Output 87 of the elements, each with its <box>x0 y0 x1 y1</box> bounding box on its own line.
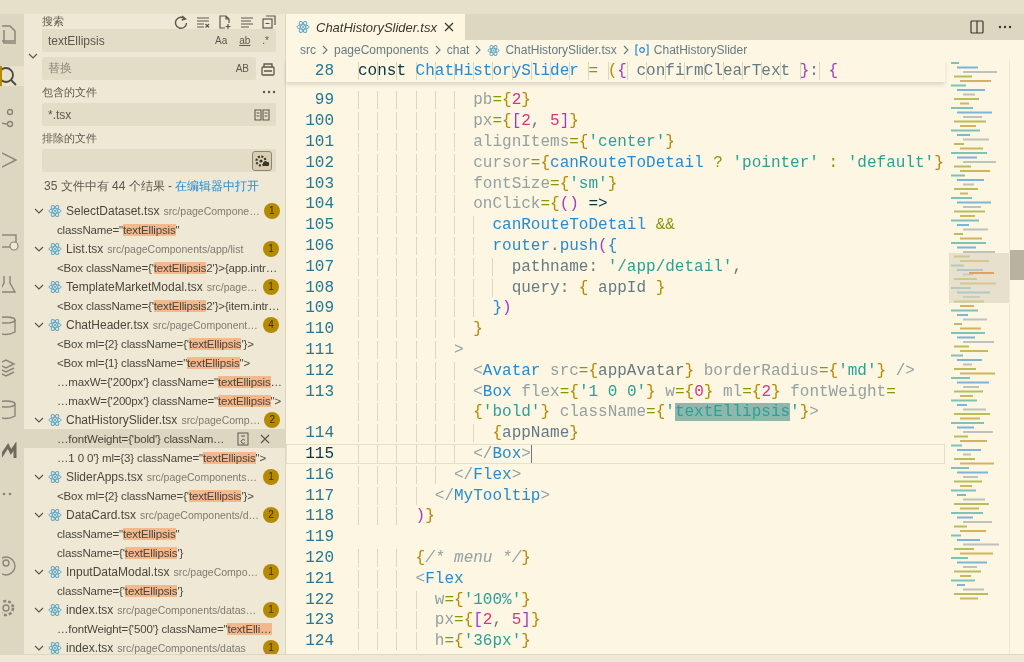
file-path: src/pageComponents/datas… <box>117 603 258 616</box>
match-line[interactable]: className={'textEllipsis'} <box>24 581 285 600</box>
line-number: 99 <box>313 91 335 110</box>
option-toggle[interactable]: Aa <box>211 33 231 48</box>
file-path: src/pageComponents/d… <box>140 508 260 521</box>
match-line[interactable]: className="textEllipsis" <box>24 220 285 239</box>
line-number: 121 <box>304 569 335 588</box>
breadcrumb-item[interactable]: pageComponents <box>334 43 429 57</box>
file-path: src/page… <box>206 280 259 293</box>
line-number: 105 <box>304 216 335 235</box>
match-count: 1 <box>263 240 279 257</box>
panel-title: 搜索 <box>42 14 64 29</box>
file-name[interactable]: List.tsx <box>66 241 104 256</box>
match-line[interactable]: …1 0 0'} ml={3} className="textEllipsis"> <box>24 448 285 467</box>
line-number: 112 <box>304 361 335 380</box>
line-number: 118 <box>304 507 335 526</box>
breadcrumb-item[interactable]: ChatHistorySlider <box>653 43 748 57</box>
line-number: 101 <box>304 133 335 151</box>
option-toggle[interactable]: ab <box>236 33 254 48</box>
option-toggle[interactable]: .* <box>259 33 272 48</box>
line-number: 115 <box>304 444 335 463</box>
search-field[interactable]: textEllipsis Aa ab .* <box>42 29 276 52</box>
file-name[interactable]: InputDataModal.tsx <box>66 564 170 579</box>
replace-field[interactable]: 替换 AB <box>42 57 256 80</box>
line-number: 109 <box>304 299 335 318</box>
line-number: 103 <box>304 174 335 193</box>
match-count: 1 <box>263 468 279 485</box>
match-count: 1 <box>263 563 279 580</box>
line-number: 107 <box>304 257 335 276</box>
file-name[interactable]: ChatHistorySlider.tsx <box>66 412 178 427</box>
breadcrumb-item[interactable]: src <box>300 43 316 57</box>
match-line[interactable]: …fontWeight={'500'} className="textElli… <box>24 619 285 638</box>
line-number: 119 <box>304 528 335 547</box>
file-name[interactable]: index.tsx <box>66 602 114 617</box>
match-line[interactable]: <Box className={'textEllipsis2'}>{app.intr… <box>24 258 285 277</box>
line-number: 117 <box>304 486 335 505</box>
match-line[interactable]: <Box ml={1} className="textEllipsis"> <box>24 353 285 372</box>
match-count: 1 <box>263 278 279 295</box>
file-name[interactable]: DataCard.tsx <box>66 507 137 522</box>
line-number: 100 <box>304 112 335 131</box>
file-path: src/pageComp… <box>181 413 261 426</box>
match-line[interactable]: …maxW={'200px'} className="textEllipsis… <box>24 372 285 391</box>
match-line[interactable]: <Box ml={2} className={'textEllipsis'}> <box>24 334 285 353</box>
match-line[interactable]: <Box ml={2} className={'textEllipsis'}> <box>24 486 285 505</box>
line-number: 104 <box>304 195 335 214</box>
line-number: 122 <box>304 590 335 609</box>
file-name[interactable]: ChatHeader.tsx <box>66 317 149 332</box>
option-toggle[interactable]: AB <box>232 61 252 76</box>
match-count: 1 <box>263 601 279 618</box>
editor-tab[interactable]: ChatHistorySlider.tsx <box>286 14 465 40</box>
match-count: 1 <box>263 639 279 654</box>
line-number: 28 <box>313 62 335 80</box>
line-number: 123 <box>304 611 335 630</box>
file-name[interactable]: SliderApps.tsx <box>66 469 143 484</box>
file-path: src/pageCompone… <box>163 204 260 217</box>
file-path: src/pageComponents… <box>146 470 258 483</box>
match-count: 1 <box>263 202 280 219</box>
line-number: 111 <box>304 340 335 359</box>
breadcrumb-item[interactable]: chat <box>446 43 470 57</box>
match-line[interactable]: <Box className={'textEllipsis2'}>{item.intr… <box>24 296 285 315</box>
match-line[interactable]: className={'textEllipsis'} <box>24 543 285 562</box>
match-count: 2 <box>263 506 280 523</box>
file-name[interactable]: index.tsx <box>66 640 114 654</box>
line-number: 124 <box>304 632 335 651</box>
include-field[interactable]: *.tsx <box>42 103 276 126</box>
match-line[interactable]: className="textEllipsis" <box>24 524 285 543</box>
line-number: 110 <box>304 320 335 339</box>
line-number: 102 <box>304 153 335 172</box>
field-label: 排除的文件 <box>42 130 97 146</box>
line-number: 116 <box>304 465 335 484</box>
results-summary: 35 文件中有 44 个结果 - 在编辑器中打开 <box>43 178 261 195</box>
field-label: 包含的文件 <box>42 84 97 100</box>
breadcrumb-item[interactable]: ChatHistorySlider.tsx <box>505 43 617 57</box>
file-path: src/pageComponent… <box>152 318 259 331</box>
file-name[interactable]: SelectDataset.tsx <box>66 203 160 218</box>
line-number: 113 <box>304 382 335 401</box>
file-path: src/pageCompo… <box>173 565 259 578</box>
match-line[interactable]: …maxW={'200px'} className="textEllipsis"> <box>24 391 285 410</box>
line-number: 114 <box>304 424 335 443</box>
line-number: 106 <box>304 236 335 255</box>
file-name[interactable]: TemplateMarketModal.tsx <box>66 279 203 294</box>
line-number: 120 <box>304 548 335 567</box>
file-path: src/pageComponents/datas <box>117 641 247 654</box>
match-count: 4 <box>263 316 279 333</box>
line-number: 108 <box>304 278 335 297</box>
match-count: 2 <box>264 411 281 428</box>
file-path: src/pageComponents/app/list <box>107 242 245 255</box>
